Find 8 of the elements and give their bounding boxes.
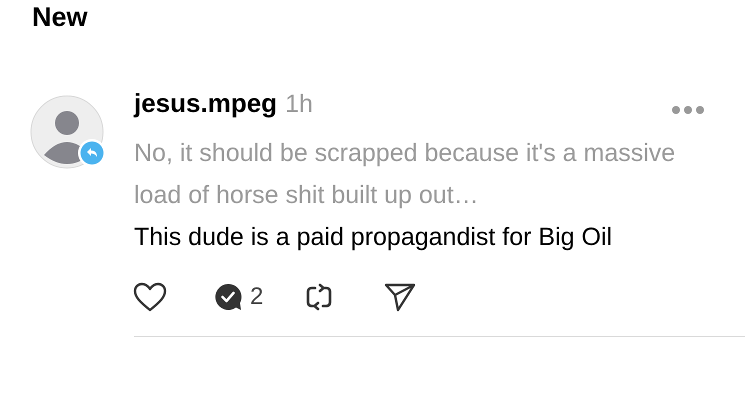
- like-button[interactable]: [132, 281, 168, 313]
- section-title: New: [32, 2, 88, 33]
- timestamp: 1h: [285, 90, 313, 119]
- reply-count-button[interactable]: 2: [212, 281, 264, 313]
- share-button[interactable]: [383, 281, 418, 313]
- username[interactable]: jesus.mpeg: [134, 88, 278, 119]
- more-options-icon[interactable]: [671, 105, 705, 115]
- reply-text[interactable]: This dude is a paid propagandist for Big Oil: [134, 216, 674, 258]
